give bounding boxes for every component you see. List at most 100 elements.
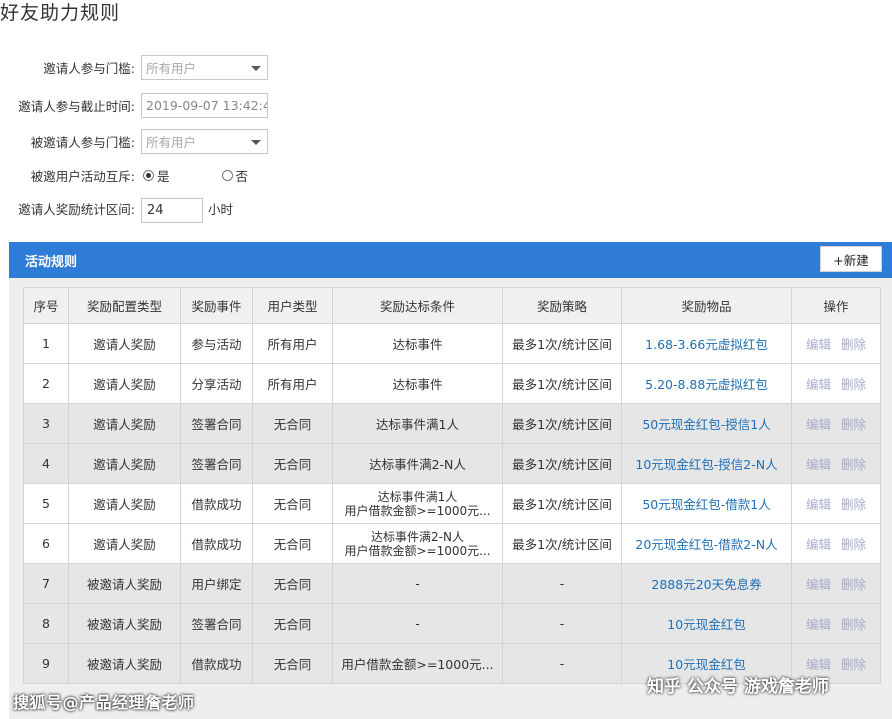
cell-type: 被邀请人奖励 (68, 563, 181, 604)
cell-condition: - (332, 603, 503, 644)
delete-link[interactable]: 删除 (841, 497, 866, 512)
inviter-deadline-input[interactable]: 2019-09-07 13:42:47 (141, 92, 268, 118)
cell-actions: 编辑 删除 (791, 323, 881, 364)
cell-type: 邀请人奖励 (68, 403, 181, 444)
cell-actions: 编辑 删除 (791, 603, 881, 644)
cell-condition: 达标事件满2-N人 (332, 443, 503, 484)
cell-type: 被邀请人奖励 (68, 643, 181, 684)
header-actions: 操作 (791, 287, 881, 324)
cell-no: 1 (23, 323, 69, 364)
cell-strategy: - (502, 603, 622, 644)
table-row: 3 邀请人奖励 签署合同 无合同 达标事件满1人 最多1次/统计区间 50元现金红包-授信1… (23, 403, 881, 444)
edit-link[interactable]: 编辑 (806, 537, 831, 552)
form-row-inviter-threshold: 邀请人参与门槛: 所有用户 (0, 54, 268, 80)
form-row-stats-interval: 邀请人奖励统计区间: 24 小时 (0, 195, 233, 223)
table-row: 4 邀请人奖励 签署合同 无合同 达标事件满2-N人 最多1次/统计区间 10元现金红包-授… (23, 443, 881, 484)
cell-user-type: 无合同 (252, 643, 333, 684)
stats-interval-input[interactable]: 24 (141, 197, 203, 223)
cell-strategy: 最多1次/统计区间 (502, 483, 622, 524)
delete-link[interactable]: 删除 (841, 537, 866, 552)
header-user-type: 用户类型 (252, 287, 333, 324)
edit-link[interactable]: 编辑 (806, 577, 831, 592)
edit-link[interactable]: 编辑 (806, 377, 831, 392)
delete-link[interactable]: 删除 (841, 577, 866, 592)
new-rule-button[interactable]: +新建 (820, 246, 882, 272)
cell-no: 5 (23, 483, 69, 524)
cell-user-type: 所有用户 (252, 323, 333, 364)
cell-event: 参与活动 (180, 323, 253, 364)
inviter-threshold-select[interactable]: 所有用户 (141, 54, 268, 80)
cell-prize: 20元现金红包-借款2-N人 (621, 523, 792, 564)
chevron-down-icon (251, 65, 261, 71)
cell-strategy: 最多1次/统计区间 (502, 323, 622, 364)
cell-actions: 编辑 删除 (791, 483, 881, 524)
edit-link[interactable]: 编辑 (806, 617, 831, 632)
radio-no[interactable]: 否 (221, 166, 248, 185)
cell-type: 邀请人奖励 (68, 323, 181, 364)
delete-link[interactable]: 删除 (841, 657, 866, 672)
cell-event: 借款成功 (180, 643, 253, 684)
cell-user-type: 无合同 (252, 443, 333, 484)
delete-link[interactable]: 删除 (841, 377, 866, 392)
mutual-exclusion-label: 被邀用户活动互斥: (30, 168, 135, 184)
cell-condition: 达标事件 (332, 363, 503, 404)
radio-unchecked-icon (221, 169, 233, 181)
cell-user-type: 所有用户 (252, 363, 333, 404)
watermark-right: 知乎 公众号 游戏詹老师 (647, 677, 829, 697)
delete-link[interactable]: 删除 (841, 617, 866, 632)
invitee-threshold-select[interactable]: 所有用户 (141, 128, 268, 154)
header-no: 序号 (23, 287, 69, 324)
cell-type: 邀请人奖励 (68, 363, 181, 404)
delete-link[interactable]: 删除 (841, 337, 866, 352)
cell-event: 签署合同 (180, 403, 253, 444)
page-title: 好友助力规则 (0, 2, 121, 24)
inviter-deadline-label: 邀请人参与截止时间: (18, 98, 135, 114)
edit-link[interactable]: 编辑 (806, 337, 831, 352)
invitee-threshold-label: 被邀请人参与门槛: (30, 134, 135, 150)
delete-link[interactable]: 删除 (841, 417, 866, 432)
cell-prize: 50元现金红包-借款1人 (621, 483, 792, 524)
edit-link[interactable]: 编辑 (806, 457, 831, 472)
cell-actions: 编辑 删除 (791, 403, 881, 444)
table-row: 5 邀请人奖励 借款成功 无合同 达标事件满1人 用户借款金额>=1000元... 最多1次… (23, 483, 881, 524)
cell-event: 签署合同 (180, 603, 253, 644)
condition-line-1: 达标事件满2-N人 (371, 529, 464, 544)
radio-yes-label: 是 (157, 168, 170, 184)
cell-actions: 编辑 删除 (791, 563, 881, 604)
rules-panel-header: 活动规则 +新建 (9, 242, 892, 278)
cell-no: 8 (23, 603, 69, 644)
rules-table-body: 1 邀请人奖励 参与活动 所有用户 达标事件 最多1次/统计区间 1.68-3.66元虚拟红… (23, 323, 881, 684)
cell-type: 被邀请人奖励 (68, 603, 181, 644)
cell-actions: 编辑 删除 (791, 523, 881, 564)
edit-link[interactable]: 编辑 (806, 657, 831, 672)
cell-prize: 50元现金红包-授信1人 (621, 403, 792, 444)
delete-link[interactable]: 删除 (841, 457, 866, 472)
cell-strategy: 最多1次/统计区间 (502, 443, 622, 484)
cell-condition: - (332, 563, 503, 604)
cell-user-type: 无合同 (252, 403, 333, 444)
rules-panel-title: 活动规则 (25, 254, 78, 270)
cell-user-type: 无合同 (252, 523, 333, 564)
cell-no: 2 (23, 363, 69, 404)
cell-prize: 10元现金红包 (621, 603, 792, 644)
cell-no: 6 (23, 523, 69, 564)
cell-actions: 编辑 删除 (791, 443, 881, 484)
cell-strategy: 最多1次/统计区间 (502, 403, 622, 444)
cell-event: 签署合同 (180, 443, 253, 484)
header-strategy: 奖励策略 (502, 287, 622, 324)
cell-condition: 用户借款金额>=1000元... (332, 643, 503, 684)
edit-link[interactable]: 编辑 (806, 417, 831, 432)
cell-type: 邀请人奖励 (68, 523, 181, 564)
header-event: 奖励事件 (180, 287, 253, 324)
header-type: 奖励配置类型 (68, 287, 181, 324)
watermark-left: 搜狐号@产品经理詹老师 (13, 693, 195, 712)
cell-prize: 10元现金红包-授信2-N人 (621, 443, 792, 484)
inviter-threshold-label: 邀请人参与门槛: (43, 60, 135, 76)
cell-condition: 达标事件满1人 (332, 403, 503, 444)
radio-yes[interactable]: 是 (143, 166, 170, 185)
cell-strategy: - (502, 563, 622, 604)
cell-type: 邀请人奖励 (68, 443, 181, 484)
edit-link[interactable]: 编辑 (806, 497, 831, 512)
inviter-threshold-value: 所有用户 (146, 60, 197, 76)
rules-table: 序号 奖励配置类型 奖励事件 用户类型 奖励达标条件 奖励策略 奖励物品 操作 … (23, 287, 881, 684)
